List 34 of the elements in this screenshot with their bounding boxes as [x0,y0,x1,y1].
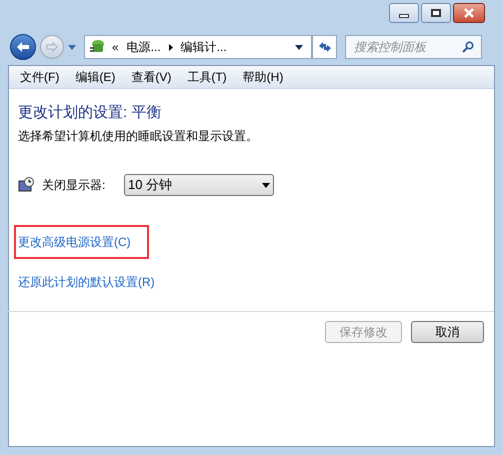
search-field[interactable]: 搜索控制面板 [345,35,482,59]
close-button[interactable] [453,3,485,23]
close-icon [463,8,475,18]
maximize-button[interactable] [421,3,451,23]
menu-item[interactable]: 工具(T) [179,68,235,86]
dropdown-arrow-icon [295,44,303,50]
refresh-button[interactable] [312,35,337,59]
breadcrumb-separator-icon [168,44,173,50]
refresh-arrows-icon [318,41,332,53]
monitor-clock-icon [18,177,35,193]
breadcrumb-overflow[interactable]: « [112,38,119,56]
minimize-button[interactable] [389,3,419,23]
breadcrumb-item[interactable]: 编辑计... [180,38,227,56]
menu-item[interactable]: 文件(F) [12,68,68,86]
back-button[interactable] [10,34,36,60]
maximize-icon [431,9,441,17]
dropdown-arrow-icon [262,182,270,188]
minimize-icon [399,14,409,18]
breadcrumb-item[interactable]: 电源... [126,38,161,56]
time-dropdown[interactable]: 10 分钟 [124,174,274,196]
description-text: 选择希望计算机使用的睡眠设置和显示设置。 [18,128,259,145]
settings-link[interactable]: 还原此计划的默认设置(R) [18,275,155,289]
setting-label: 关闭显示器: [42,177,106,194]
search-icon [462,41,474,53]
address-bar[interactable]: « 电源... 编辑计... [84,35,312,59]
forward-arrow-icon [46,42,58,52]
menu-item[interactable]: 帮助(H) [234,68,292,86]
menu-item[interactable]: 查看(V) [123,68,180,86]
settings-link[interactable]: 更改高级电源设置(C) [18,235,131,249]
menu-item[interactable]: 编辑(E) [67,68,124,86]
back-arrow-icon [16,41,30,53]
dropdown-arrow-icon [68,44,76,50]
page-heading: 更改计划的设置: 平衡 [18,103,162,123]
dialog-button[interactable]: 取消 [411,321,484,343]
